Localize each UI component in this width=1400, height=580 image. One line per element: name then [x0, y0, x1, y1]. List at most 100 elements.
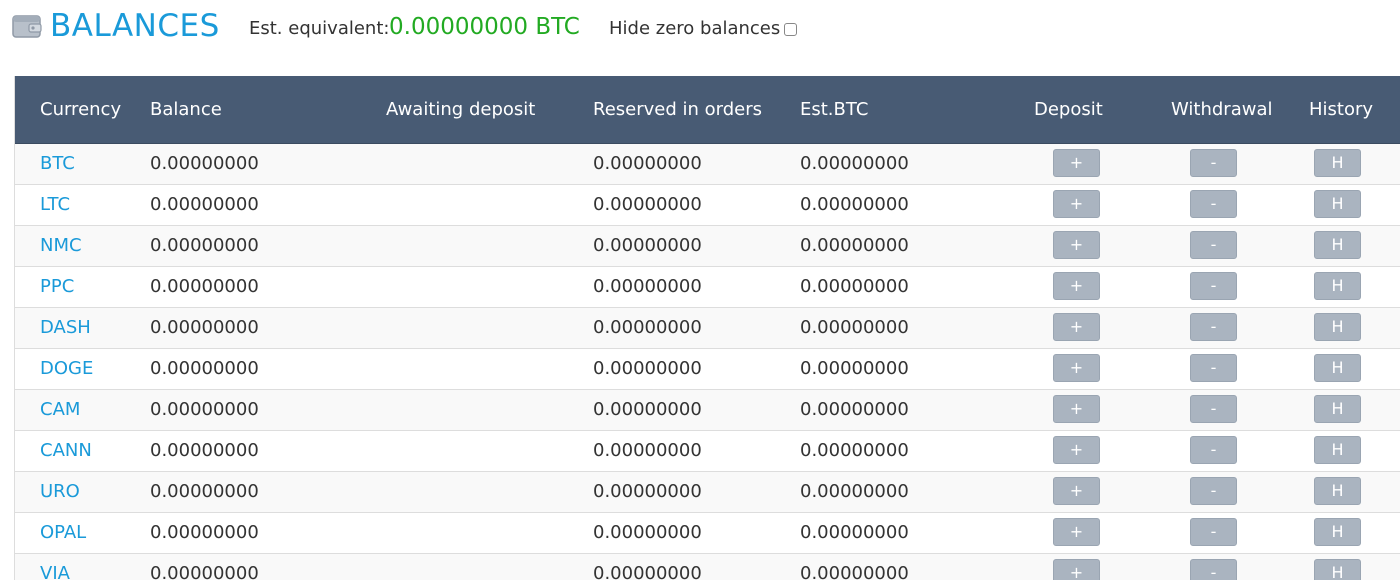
history-button[interactable]: H	[1314, 272, 1361, 300]
deposit-button[interactable]: +	[1053, 354, 1100, 382]
withdraw-button[interactable]: -	[1190, 149, 1237, 177]
deposit-button[interactable]: +	[1053, 313, 1100, 341]
withdraw-button[interactable]: -	[1190, 354, 1237, 382]
currency-link[interactable]: DOGE	[40, 349, 93, 389]
column-header-est-btc[interactable]: Est.BTC	[800, 76, 868, 143]
column-header-currency[interactable]: Currency	[40, 76, 121, 143]
balances-table: Currency Balance Awaiting deposit Reserv…	[14, 76, 1400, 580]
balance-cell: 0.00000000	[150, 358, 259, 379]
deposit-button[interactable]: +	[1053, 395, 1100, 423]
table-row: PPC 0.00000000 0.00000000 0.00000000 + - H	[15, 267, 1400, 308]
withdraw-button[interactable]: -	[1190, 436, 1237, 464]
currency-link[interactable]: CANN	[40, 431, 92, 471]
est-btc-cell: 0.00000000	[800, 399, 909, 420]
history-button[interactable]: H	[1314, 436, 1361, 464]
currency-link[interactable]: PPC	[40, 267, 74, 307]
est-btc-cell: 0.00000000	[800, 317, 909, 338]
history-button[interactable]: H	[1314, 354, 1361, 382]
balance-cell: 0.00000000	[150, 317, 259, 338]
reserved-in-orders-cell: 0.00000000	[593, 358, 702, 379]
est-btc-cell: 0.00000000	[800, 522, 909, 543]
reserved-in-orders-cell: 0.00000000	[593, 153, 702, 174]
balances-header: BALANCES Est. equivalent: 0.00000000 BTC…	[0, 0, 1400, 60]
withdraw-button[interactable]: -	[1190, 272, 1237, 300]
table-row: VIA 0.00000000 0.00000000 0.00000000 + - H	[15, 554, 1400, 580]
balance-cell: 0.00000000	[150, 522, 259, 543]
est-btc-cell: 0.00000000	[800, 153, 909, 174]
currency-link[interactable]: BTC	[40, 144, 75, 184]
deposit-button[interactable]: +	[1053, 436, 1100, 464]
table-row: CANN 0.00000000 0.00000000 0.00000000 + - H	[15, 431, 1400, 472]
est-equivalent-label: Est. equivalent:	[249, 18, 390, 39]
balance-cell: 0.00000000	[150, 276, 259, 297]
column-header-balance[interactable]: Balance	[150, 76, 222, 143]
reserved-in-orders-cell: 0.00000000	[593, 522, 702, 543]
column-header-reserved-in-orders[interactable]: Reserved in orders	[593, 76, 762, 143]
deposit-button[interactable]: +	[1053, 190, 1100, 218]
withdraw-button[interactable]: -	[1190, 395, 1237, 423]
deposit-button[interactable]: +	[1053, 477, 1100, 505]
est-btc-cell: 0.00000000	[800, 194, 909, 215]
deposit-button[interactable]: +	[1053, 231, 1100, 259]
column-header-awaiting-deposit[interactable]: Awaiting deposit	[386, 76, 535, 143]
withdraw-button[interactable]: -	[1190, 559, 1237, 580]
deposit-button[interactable]: +	[1053, 149, 1100, 177]
table-row: LTC 0.00000000 0.00000000 0.00000000 + - H	[15, 185, 1400, 226]
withdraw-button[interactable]: -	[1190, 313, 1237, 341]
history-button[interactable]: H	[1314, 559, 1361, 580]
withdraw-button[interactable]: -	[1190, 518, 1237, 546]
hide-zero-balances-checkbox[interactable]	[784, 22, 798, 36]
est-btc-cell: 0.00000000	[800, 563, 909, 580]
history-button[interactable]: H	[1314, 395, 1361, 423]
currency-link[interactable]: DASH	[40, 308, 91, 348]
est-btc-cell: 0.00000000	[800, 235, 909, 256]
currency-link[interactable]: LTC	[40, 185, 70, 225]
currency-link[interactable]: NMC	[40, 226, 82, 266]
balance-cell: 0.00000000	[150, 235, 259, 256]
hide-zero-balances-label: Hide zero balances	[609, 18, 781, 39]
table-row: DASH 0.00000000 0.00000000 0.00000000 + - H	[15, 308, 1400, 349]
column-header-deposit: Deposit	[1034, 99, 1103, 120]
deposit-button[interactable]: +	[1053, 518, 1100, 546]
est-equivalent-value: 0.00000000 BTC	[389, 14, 580, 40]
reserved-in-orders-cell: 0.00000000	[593, 440, 702, 461]
balance-cell: 0.00000000	[150, 399, 259, 420]
reserved-in-orders-cell: 0.00000000	[593, 194, 702, 215]
column-header-withdrawal: Withdrawal	[1171, 99, 1273, 120]
page-title: BALANCES	[50, 8, 220, 44]
currency-link[interactable]: URO	[40, 472, 80, 512]
est-btc-cell: 0.00000000	[800, 440, 909, 461]
hide-zero-balances-control[interactable]: Hide zero balances	[609, 16, 798, 42]
currency-link[interactable]: CAM	[40, 390, 80, 430]
history-button[interactable]: H	[1314, 231, 1361, 259]
withdraw-button[interactable]: -	[1190, 190, 1237, 218]
balance-cell: 0.00000000	[150, 563, 259, 580]
balance-cell: 0.00000000	[150, 153, 259, 174]
reserved-in-orders-cell: 0.00000000	[593, 317, 702, 338]
deposit-button[interactable]: +	[1053, 272, 1100, 300]
history-button[interactable]: H	[1314, 477, 1361, 505]
balance-cell: 0.00000000	[150, 194, 259, 215]
currency-link[interactable]: VIA	[40, 554, 70, 580]
table-row: URO 0.00000000 0.00000000 0.00000000 + - H	[15, 472, 1400, 513]
history-button[interactable]: H	[1314, 313, 1361, 341]
table-row: BTC 0.00000000 0.00000000 0.00000000 + - H	[15, 144, 1400, 185]
balance-cell: 0.00000000	[150, 481, 259, 502]
balances-page: BALANCES Est. equivalent: 0.00000000 BTC…	[0, 0, 1400, 580]
history-button[interactable]: H	[1314, 190, 1361, 218]
balance-cell: 0.00000000	[150, 440, 259, 461]
history-button[interactable]: H	[1314, 149, 1361, 177]
wallet-icon	[12, 13, 42, 39]
deposit-button[interactable]: +	[1053, 559, 1100, 580]
reserved-in-orders-cell: 0.00000000	[593, 481, 702, 502]
reserved-in-orders-cell: 0.00000000	[593, 399, 702, 420]
withdraw-button[interactable]: -	[1190, 477, 1237, 505]
withdraw-button[interactable]: -	[1190, 231, 1237, 259]
column-header-history: History	[1309, 99, 1374, 120]
est-btc-cell: 0.00000000	[800, 481, 909, 502]
est-btc-cell: 0.00000000	[800, 276, 909, 297]
currency-link[interactable]: OPAL	[40, 513, 86, 553]
est-btc-cell: 0.00000000	[800, 358, 909, 379]
table-row: NMC 0.00000000 0.00000000 0.00000000 + - H	[15, 226, 1400, 267]
history-button[interactable]: H	[1314, 518, 1361, 546]
